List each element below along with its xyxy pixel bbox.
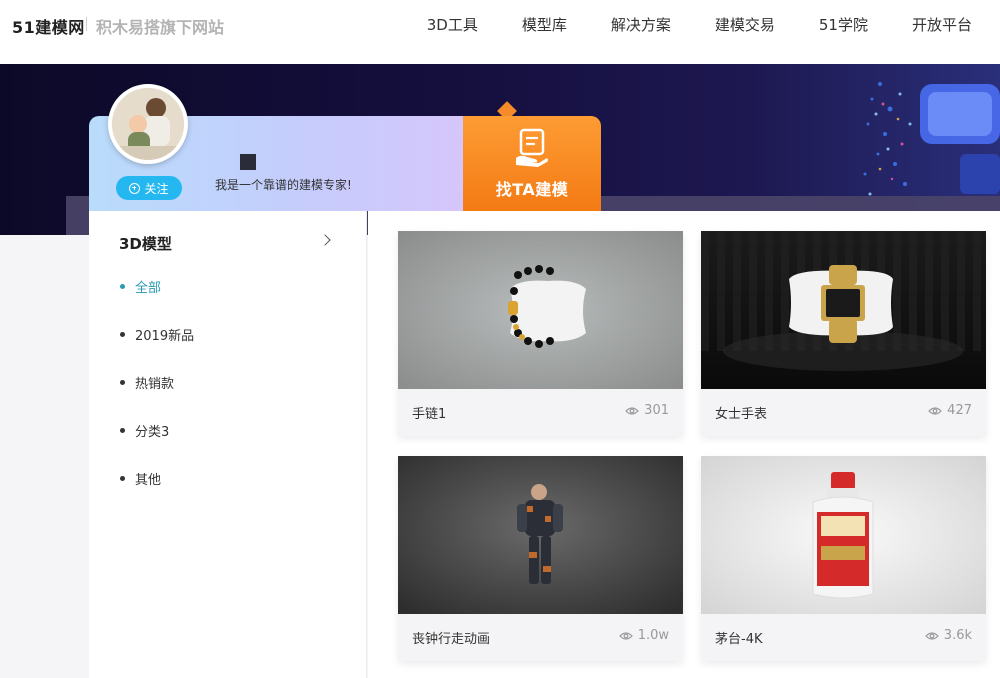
view-count-value: 301 bbox=[644, 403, 669, 418]
model-name: 女士手表 bbox=[715, 407, 768, 422]
category-label: 2019新品 bbox=[135, 329, 195, 344]
view-count: 1.0w bbox=[618, 628, 669, 643]
category-label: 全部 bbox=[135, 281, 162, 296]
nav-modeling-trade[interactable]: 建模交易 bbox=[715, 0, 775, 50]
view-count-value: 1.0w bbox=[637, 628, 669, 643]
model-name: 手链1 bbox=[412, 407, 447, 422]
category-3[interactable]: 分类3 bbox=[120, 421, 169, 440]
category-label: 分类3 bbox=[135, 425, 170, 440]
view-count: 301 bbox=[625, 403, 669, 418]
nav-model-library[interactable]: 模型库 bbox=[522, 0, 567, 50]
bullet-icon bbox=[120, 380, 125, 385]
model-thumbnail bbox=[701, 231, 986, 389]
bullet-icon bbox=[120, 284, 125, 289]
model-card[interactable]: 茅台-4K 3.6k bbox=[701, 456, 986, 661]
nav-3d-tools[interactable]: 3D工具 bbox=[427, 0, 478, 50]
top-navigation: 51建模网 积木易搭旗下网站 3D工具 模型库 解决方案 建模交易 51学院 开… bbox=[0, 0, 1000, 64]
eye-icon bbox=[625, 406, 640, 415]
user-name-placeholder bbox=[240, 154, 256, 170]
model-grid: 手链1 301 女士手表 427 丧钟行走动画 1.0w 茅台-4K 3.6k bbox=[368, 211, 1000, 678]
document-hand-icon bbox=[516, 128, 548, 167]
nav-academy[interactable]: 51学院 bbox=[819, 0, 868, 50]
nav-solutions[interactable]: 解决方案 bbox=[611, 0, 671, 50]
user-avatar[interactable] bbox=[108, 84, 188, 164]
site-tagline: 积木易搭旗下网站 bbox=[96, 18, 225, 37]
view-count: 427 bbox=[928, 403, 972, 418]
eye-icon bbox=[928, 406, 943, 415]
view-count-value: 3.6k bbox=[943, 628, 972, 643]
nav-open-platform[interactable]: 开放平台 bbox=[912, 0, 972, 50]
main-menu: 3D工具 模型库 解决方案 建模交易 51学院 开放平台 bbox=[383, 0, 1000, 50]
brand-divider bbox=[86, 17, 87, 31]
site-logo[interactable]: 51建模网 bbox=[12, 14, 85, 38]
user-bio: 我是一个靠谱的建模专家! bbox=[215, 178, 352, 192]
view-count: 3.6k bbox=[924, 628, 972, 643]
category-all[interactable]: 全部 bbox=[120, 277, 161, 296]
bullet-icon bbox=[120, 476, 125, 481]
eye-icon bbox=[924, 631, 939, 640]
category-hot-sale[interactable]: 热销款 bbox=[120, 373, 174, 392]
model-card[interactable]: 丧钟行走动画 1.0w bbox=[398, 456, 683, 661]
bullet-icon bbox=[120, 332, 125, 337]
chevron-right-icon[interactable] bbox=[319, 234, 331, 246]
model-thumbnail bbox=[398, 231, 683, 389]
eye-icon bbox=[618, 631, 633, 640]
model-thumbnail bbox=[398, 456, 683, 614]
hire-label: 找TA建模 bbox=[495, 180, 569, 199]
category-other[interactable]: 其他 bbox=[120, 469, 161, 488]
model-card[interactable]: 手链1 301 bbox=[398, 231, 683, 436]
follow-label: 关注 bbox=[144, 181, 169, 196]
plus-circle-icon bbox=[129, 182, 141, 194]
banner-decoration-image bbox=[863, 82, 1000, 196]
category-sidebar: 3D模型 全部 2019新品 热销款 分类3 其他 bbox=[89, 211, 367, 678]
hire-modeler-button[interactable]: 找TA建模 bbox=[463, 116, 601, 211]
model-thumbnail bbox=[701, 456, 986, 614]
model-name: 丧钟行走动画 bbox=[412, 632, 491, 647]
model-card[interactable]: 女士手表 427 bbox=[701, 231, 986, 436]
category-label: 热销款 bbox=[135, 377, 175, 392]
category-2019-new[interactable]: 2019新品 bbox=[120, 325, 194, 344]
model-name: 茅台-4K bbox=[715, 632, 763, 647]
category-label: 其他 bbox=[135, 473, 162, 488]
view-count-value: 427 bbox=[947, 403, 972, 418]
sidebar-title: 3D模型 bbox=[119, 235, 172, 253]
bullet-icon bbox=[120, 428, 125, 433]
follow-button[interactable]: 关注 bbox=[116, 176, 182, 200]
